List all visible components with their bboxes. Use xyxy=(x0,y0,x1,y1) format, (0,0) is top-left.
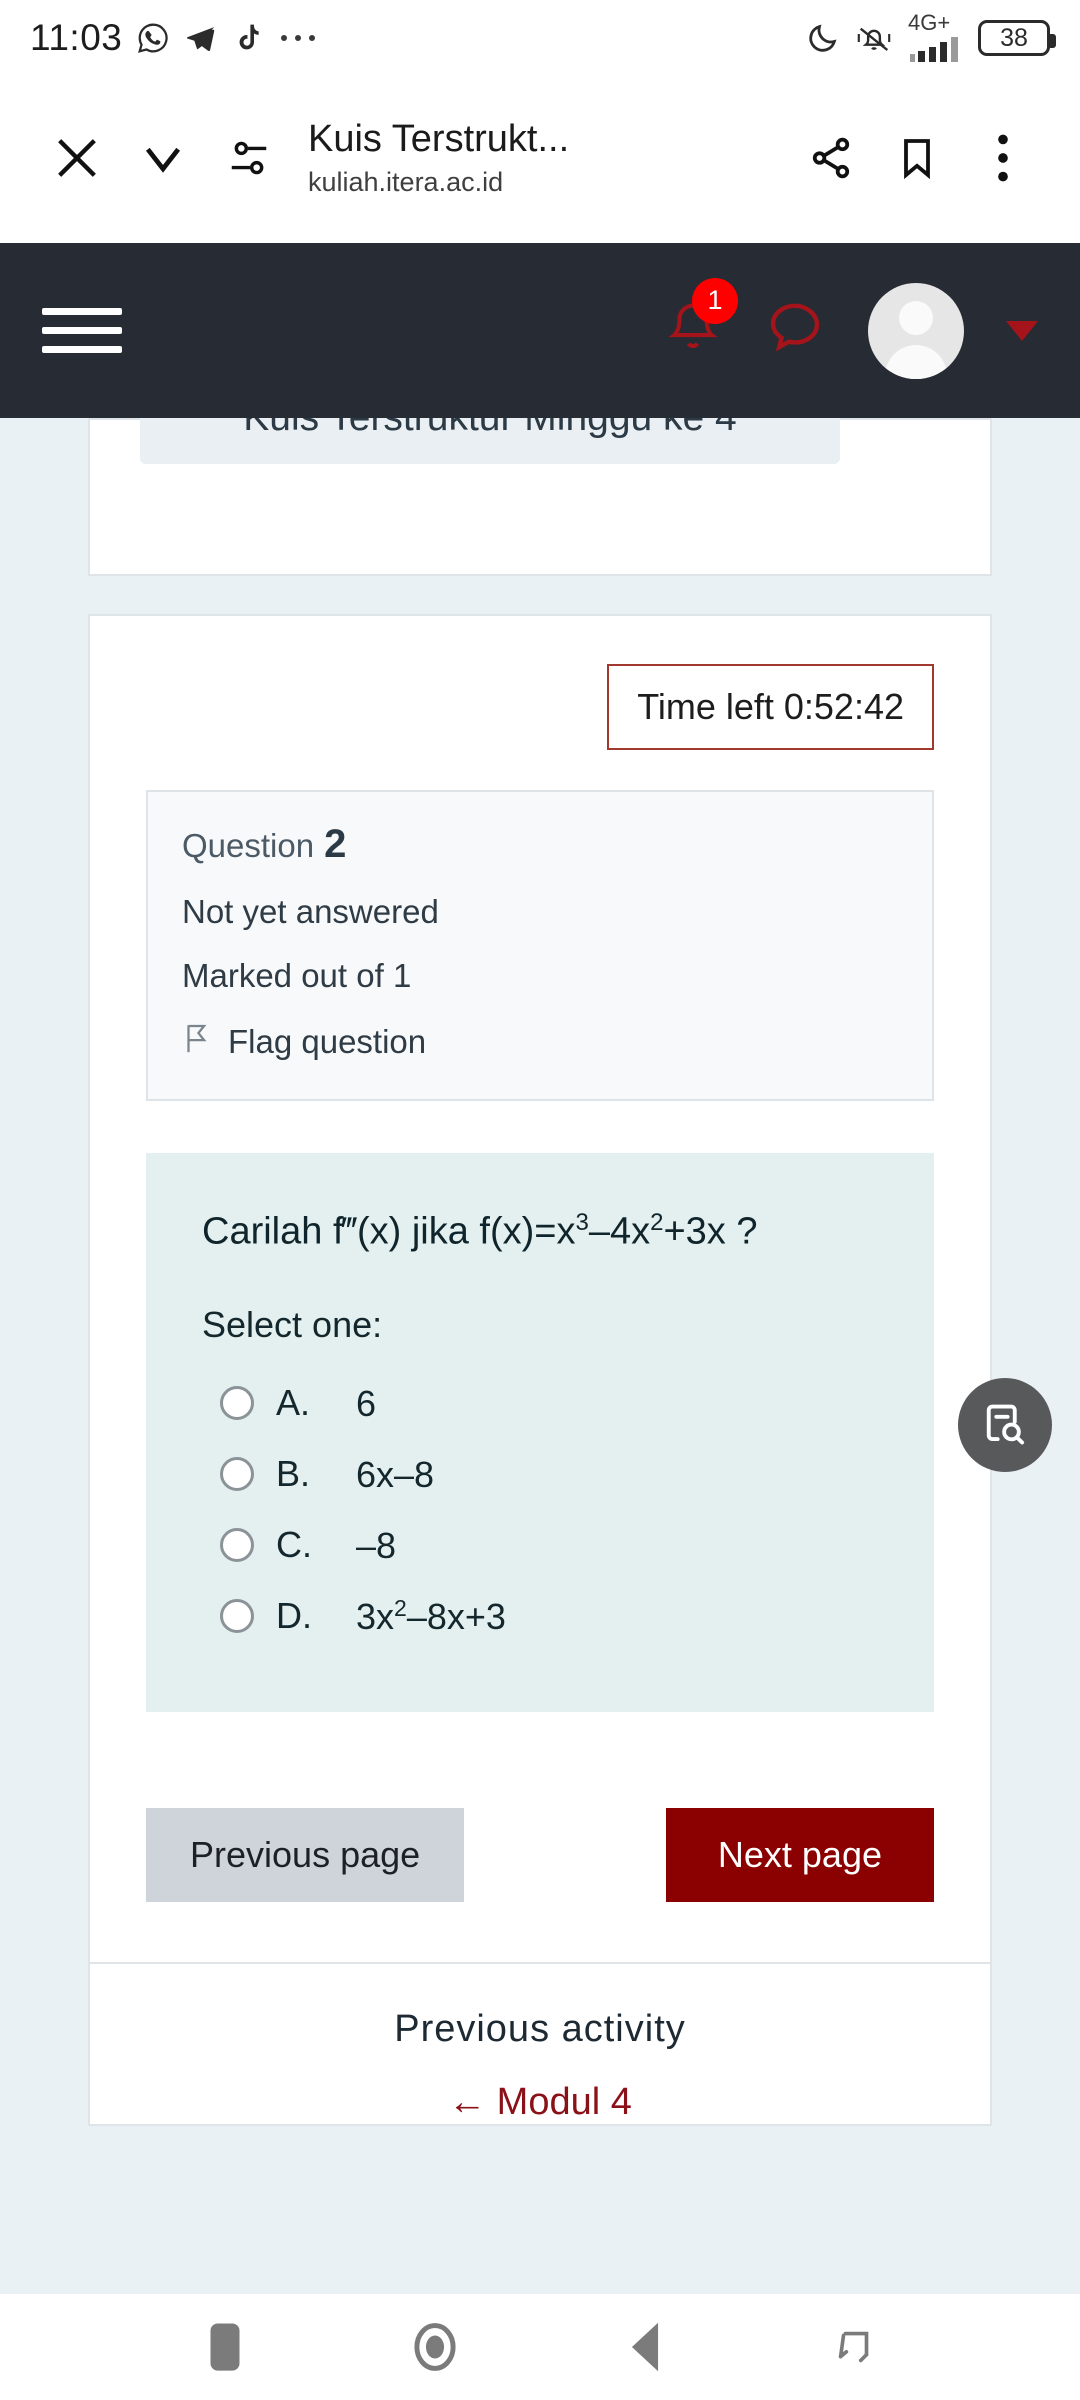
question-exp-1: 3 xyxy=(575,1209,589,1236)
more-icon xyxy=(278,31,318,45)
course-title: Kuis Terstruktur Minggu ke 4 xyxy=(140,418,840,464)
share-icon[interactable] xyxy=(788,115,874,201)
option-c[interactable]: C. –8 xyxy=(202,1510,878,1581)
question-text: Carilah f‴(x) jika f(x)=x3–4x2+3x ? xyxy=(202,1209,878,1254)
overflow-menu-icon[interactable] xyxy=(960,115,1046,201)
tune-icon[interactable] xyxy=(206,115,292,201)
radio-c[interactable] xyxy=(220,1528,254,1563)
radio-b[interactable] xyxy=(220,1457,254,1492)
status-bar-left: 11:03 xyxy=(30,17,318,59)
close-icon[interactable] xyxy=(34,115,120,201)
moodle-navbar: 1 xyxy=(0,243,1080,418)
chevron-down-icon[interactable] xyxy=(120,115,206,201)
next-page-button[interactable]: Next page xyxy=(665,1807,934,1902)
question-exp-2: 2 xyxy=(650,1209,664,1236)
hamburger-icon[interactable] xyxy=(42,308,122,353)
notification-badge: 1 xyxy=(692,277,738,324)
home-icon[interactable] xyxy=(380,2294,490,2400)
question-marks: Marked out of 1 xyxy=(182,957,412,994)
flag-question-label: Flag question xyxy=(228,1023,427,1060)
option-a[interactable]: A. 6 xyxy=(202,1368,878,1439)
browser-toolbar: Kuis Terstrukt... kuliah.itera.ac.id xyxy=(0,76,1080,240)
option-a-letter: A. xyxy=(276,1382,311,1424)
option-b-letter: B. xyxy=(276,1453,311,1495)
status-bar-right: 4G+ 38 xyxy=(806,12,1056,64)
tiktok-icon xyxy=(232,22,264,54)
back-icon[interactable] xyxy=(590,2294,700,2400)
clock: 11:03 xyxy=(30,17,123,58)
page-title-block[interactable]: Kuis Terstrukt... kuliah.itera.ac.id xyxy=(292,118,788,198)
question-info-box: Question 2 Not yet answered Marked out of… xyxy=(146,790,934,1101)
question-text-mid: –4x xyxy=(588,1210,651,1253)
battery-icon: 38 xyxy=(978,20,1056,56)
document-search-icon[interactable] xyxy=(958,1378,1052,1472)
question-status: Not yet answered xyxy=(182,893,439,930)
notifications-button[interactable]: 1 xyxy=(664,277,738,364)
question-text-prefix: Carilah f‴(x) jika f(x)=x xyxy=(202,1210,576,1253)
flag-icon xyxy=(182,1021,212,1063)
system-navigation-bar xyxy=(0,2293,1080,2400)
whatsapp-icon xyxy=(136,21,170,55)
question-text-suffix: +3x ? xyxy=(663,1210,758,1253)
bookmark-icon[interactable] xyxy=(874,115,960,201)
card-gap xyxy=(0,576,1080,614)
quiz-navigation-buttons: Previous page Next page xyxy=(146,1807,934,1962)
option-d-text: 3x2–8x+3 xyxy=(356,1594,506,1637)
quiz-timer: Time left 0:52:42 xyxy=(607,664,934,750)
question-number: 2 xyxy=(324,822,347,866)
navbar-icons: 1 xyxy=(664,277,1038,379)
flag-question-button[interactable]: Flag question xyxy=(182,1021,898,1063)
previous-activity-section: Previous activity ← Modul 4 xyxy=(90,1961,990,2124)
radio-a[interactable] xyxy=(220,1386,254,1421)
previous-activity-title: Previous activity xyxy=(394,2007,686,2050)
phone-screen: 11:03 4G+ 38 Kuis Terstrukt... kuliah.it… xyxy=(0,0,1080,2400)
option-c-letter: C. xyxy=(276,1524,312,1566)
option-d[interactable]: D. 3x2–8x+3 xyxy=(202,1581,878,1652)
radio-d[interactable] xyxy=(220,1599,254,1634)
recents-icon[interactable] xyxy=(170,2294,280,2400)
select-one-label: Select one: xyxy=(202,1303,383,1345)
course-title-card: Kuis Terstruktur Minggu ke 4 xyxy=(88,418,992,576)
option-b-text: 6x–8 xyxy=(356,1453,435,1495)
previous-page-button[interactable]: Previous page xyxy=(146,1807,465,1902)
answer-block: Carilah f‴(x) jika f(x)=x3–4x2+3x ? Sele… xyxy=(146,1153,934,1712)
page-content: Kuis Terstruktur Minggu ke 4 Time left 0… xyxy=(0,418,1080,2293)
status-bar: 11:03 4G+ 38 xyxy=(0,0,1080,76)
telegram-icon xyxy=(184,21,218,55)
option-d-letter: D. xyxy=(276,1595,312,1637)
option-a-text: 6 xyxy=(356,1382,377,1424)
dnd-moon-icon xyxy=(806,21,840,55)
page-url: kuliah.itera.ac.id xyxy=(308,167,504,197)
question-heading: Question 2 xyxy=(182,822,898,867)
timer-row: Time left 0:52:42 xyxy=(90,616,990,750)
question-label: Question xyxy=(182,827,315,864)
avatar[interactable] xyxy=(868,282,964,379)
option-c-text: –8 xyxy=(356,1524,397,1566)
signal-icon: 4G+ xyxy=(908,12,964,64)
rotate-icon[interactable] xyxy=(800,2294,910,2400)
option-b[interactable]: B. 6x–8 xyxy=(202,1439,878,1510)
previous-activity-link[interactable]: ← Modul 4 xyxy=(90,2081,990,2124)
page-title: Kuis Terstrukt... xyxy=(308,118,570,160)
message-icon[interactable] xyxy=(764,297,826,364)
caret-down-icon[interactable] xyxy=(1006,320,1038,341)
vibrate-mute-icon xyxy=(854,21,894,55)
quiz-card: Time left 0:52:42 Question 2 Not yet answ… xyxy=(88,614,992,2126)
